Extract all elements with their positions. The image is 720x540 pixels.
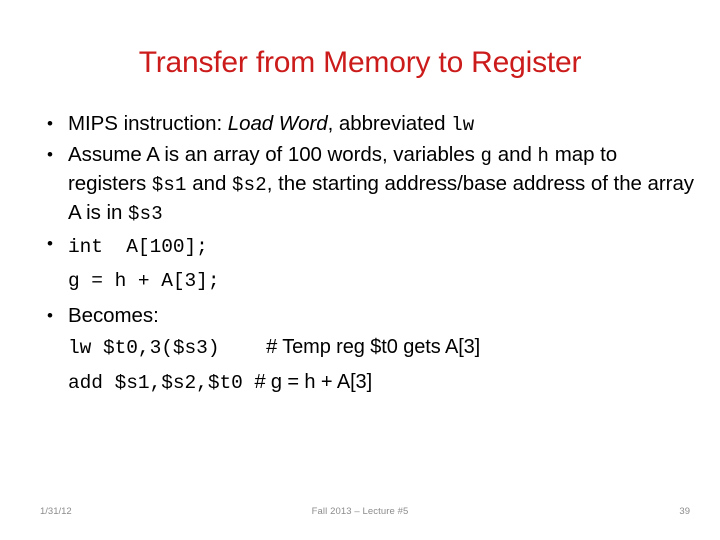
code-token: lw	[451, 114, 475, 136]
text-segment: Assume A is an array of 100 words, varia…	[68, 143, 481, 166]
code-line-lw: lw $t0,3($s3) # Temp reg $t0 gets A[3]	[68, 330, 698, 365]
slide-body: • MIPS instruction: Load Word, abbreviat…	[38, 110, 698, 400]
code-instruction: add $s1,$s2,$t0	[68, 372, 243, 394]
code-instruction: lw $t0,3($s3)	[68, 337, 220, 359]
bullet-text: MIPS instruction: Load Word, abbreviated…	[68, 110, 698, 139]
bullet-item-c-code: • int A[100]; g = h + A[3];	[38, 230, 698, 298]
code-spacer	[243, 372, 255, 394]
code-spacer	[219, 337, 266, 359]
text-segment: MIPS instruction:	[68, 112, 228, 135]
code-line-assignment: g = h + A[3];	[68, 270, 220, 292]
code-token: $s1	[151, 174, 187, 196]
slide-footer: 1/31/12 Fall 2013 – Lecture #5 39	[0, 505, 720, 525]
code-line-declaration: int A[100];	[68, 236, 208, 258]
bullet-marker: •	[47, 145, 53, 164]
text-segment: and	[492, 143, 538, 166]
bullet-marker: •	[47, 306, 53, 325]
text-segment: and	[186, 172, 232, 195]
text-segment-italic: Load Word	[227, 112, 328, 135]
page-title: Transfer from Memory to Register	[138, 46, 582, 79]
code-comment: # g = h + A[3]	[254, 371, 373, 393]
code-token: g	[480, 145, 493, 167]
bullet-text: Assume A is an array of 100 words, varia…	[68, 141, 698, 228]
code-comment: # Temp reg $t0 gets A[3]	[266, 336, 481, 358]
code-token: $s3	[128, 203, 163, 225]
code-token: $s2	[231, 174, 267, 196]
bullet-marker: •	[47, 234, 53, 253]
code-line-add: add $s1,$s2,$t0 # g = h + A[3]	[68, 365, 698, 400]
code-token: h	[537, 145, 550, 167]
bullet-item-assume-array: • Assume A is an array of 100 words, var…	[38, 141, 698, 228]
bullet-item-becomes: • Becomes: lw $t0,3($s3) # Temp reg $t0 …	[38, 302, 698, 400]
bullet-marker: •	[47, 114, 53, 133]
footer-page-number: 39	[679, 506, 690, 517]
bullet-text: Becomes:	[68, 304, 159, 327]
footer-course-info: Fall 2013 – Lecture #5	[311, 506, 409, 517]
text-segment: , abbreviated	[327, 112, 452, 135]
slide-canvas: Transfer from Memory to Register • MIPS …	[0, 0, 720, 540]
bullet-item-mips-instruction: • MIPS instruction: Load Word, abbreviat…	[38, 110, 698, 139]
